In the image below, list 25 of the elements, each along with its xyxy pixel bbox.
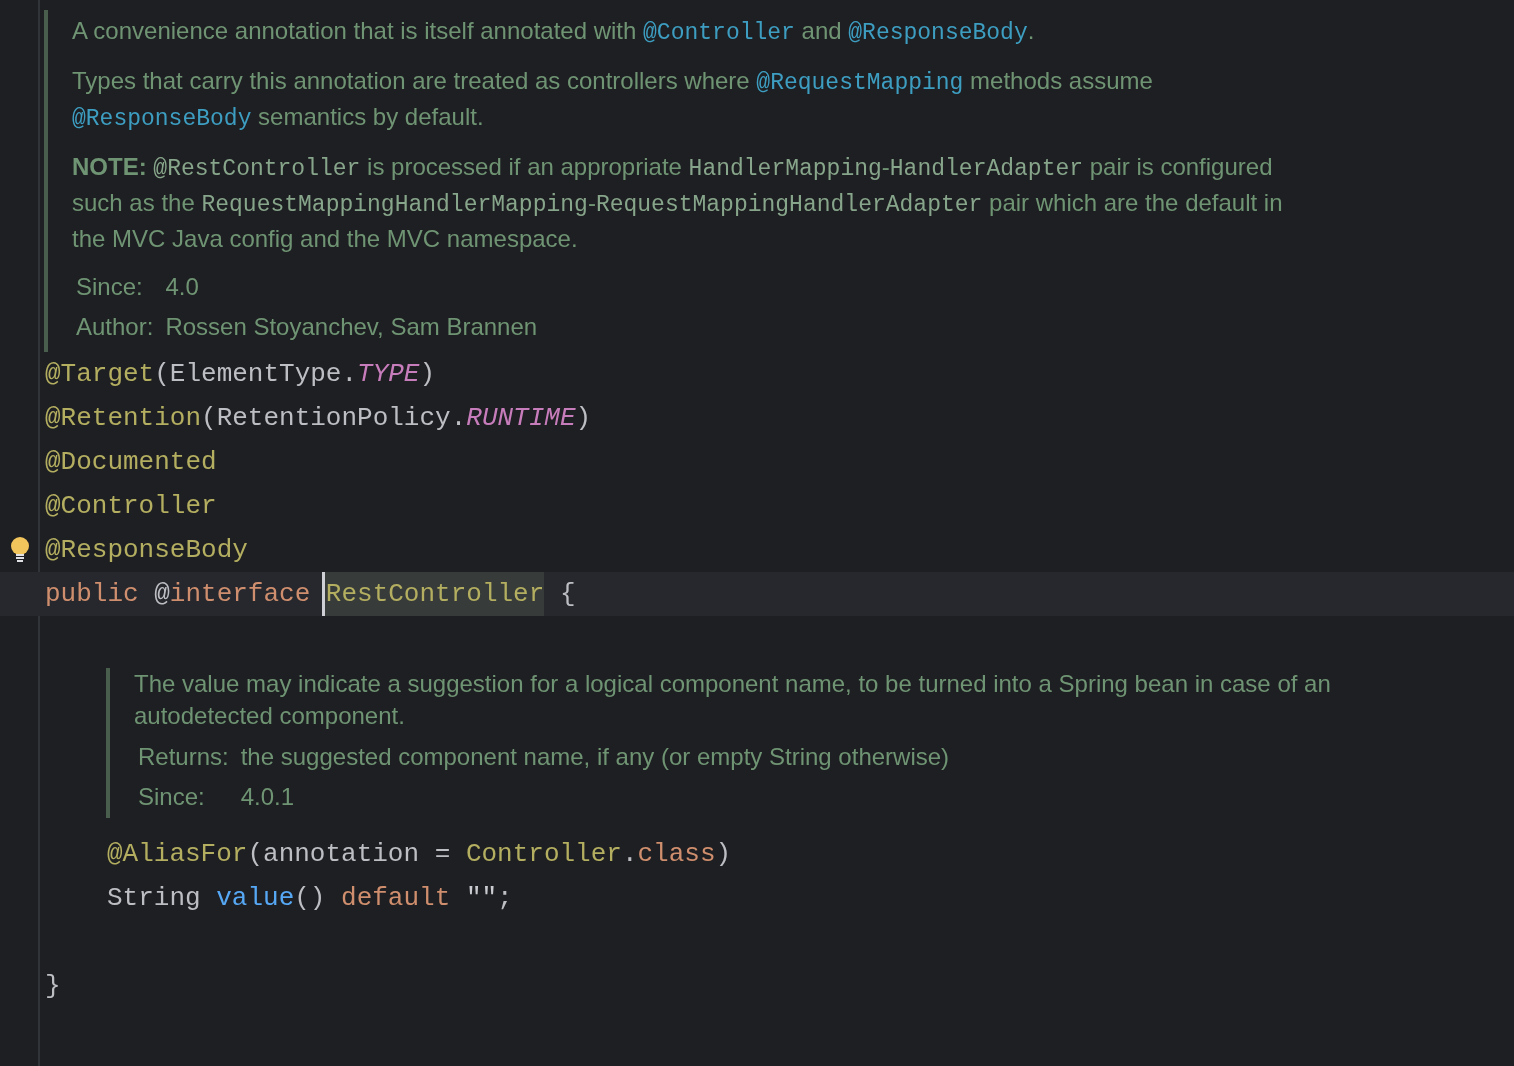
field-label: Since: — [138, 782, 206, 812]
code-line: @Retention(RetentionPolicy.RUNTIME) — [45, 402, 592, 435]
code-line: String value() default ""; — [106, 882, 514, 915]
code-line: @Controller — [45, 490, 217, 523]
field-label: Since: — [76, 272, 144, 302]
field-value: 4.0 — [165, 272, 200, 302]
code-line: @Target(ElementType.TYPE) — [45, 358, 436, 391]
field-value: Rossen Stoyanchev, Sam Brannen — [165, 312, 539, 342]
doc-link[interactable]: @RequestMapping — [756, 70, 964, 96]
field-label: Returns: — [138, 742, 229, 772]
code-line: @AliasFor(annotation = Controller.class) — [106, 838, 733, 871]
field-value: the suggested component name, if any (or empty String otherwise) — [240, 742, 951, 772]
doc-link[interactable]: @ResponseBody — [848, 20, 1028, 46]
doc-paragraph: NOTE: @RestController is processed if an appropriate HandlerMapping-HandlerAdapter pair is configured such as the RequestMappingHandlerMapping-RequestMappingHandlerAdapter pair which are the default in the MVC Java config and the MVC namespace. — [72, 152, 1284, 254]
doc-link[interactable]: @Controller — [643, 20, 795, 46]
doc-paragraph: Types that carry this annotation are treated as controllers where @RequestMapping methods assume @ResponseBody semantics by default. — [72, 66, 1154, 134]
code-line: @ResponseBody — [45, 534, 248, 567]
field-value: 4.0.1 — [240, 782, 296, 812]
code-line: @Documented — [45, 446, 217, 479]
lightbulb-icon[interactable] — [10, 536, 30, 562]
doc-paragraph: The value may indicate a suggestion for a logical component name, to be turned into a Spring bean in case of an autodetected component. — [134, 669, 1332, 731]
code-line: } — [44, 970, 62, 1003]
doc-link[interactable]: @ResponseBody — [72, 106, 252, 132]
doc-paragraph: A convenience annotation that is itself annotated with @Controller and @ResponseBody. — [72, 16, 1036, 48]
field-label: Author: — [76, 312, 154, 342]
